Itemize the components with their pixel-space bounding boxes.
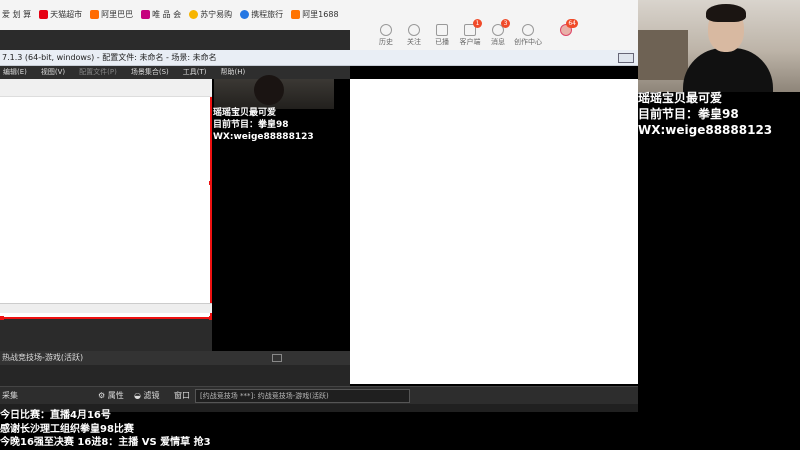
- overlay-line-2: 目前节目：拳皇98: [638, 107, 739, 121]
- gift-badge: 64: [566, 19, 578, 28]
- capture-label: 采集: [2, 391, 18, 400]
- nav-label: 历史: [379, 38, 393, 46]
- bookmark-ctrip[interactable]: 携程旅行: [240, 9, 283, 20]
- obs-lower-panel: [0, 365, 350, 387]
- bookmark-vip[interactable]: 唯 品 会: [141, 9, 181, 20]
- client-button[interactable]: 客户端 1: [456, 19, 484, 50]
- bookmark-label: 唯 品 会: [152, 9, 182, 19]
- scene-label: 热战竞技场-游戏(活跃): [2, 353, 84, 362]
- overlay-line-1: 瑶瑶宝贝最可爱: [213, 108, 277, 118]
- bookmark-label: 阿里巴巴: [101, 9, 134, 19]
- obs-title-bar: 7.1.3 (64-bit, windows) - 配置文件: 未命名 - 场景…: [0, 50, 638, 66]
- menu-scene-collection[interactable]: 场景集合(S): [131, 66, 169, 79]
- menu-edit[interactable]: 编辑(E): [3, 66, 27, 79]
- messages-button[interactable]: 消息 3: [484, 19, 512, 50]
- overlay-line-2: 目前节目：拳皇98: [213, 120, 289, 130]
- gear-icon: ⚙: [98, 391, 106, 400]
- nav-label: 创作中心: [514, 38, 542, 46]
- messages-badge: 3: [501, 19, 510, 28]
- nav-label: 消息: [491, 38, 505, 46]
- tmall-icon: [39, 9, 49, 19]
- bookmark-alibaba[interactable]: 阿里巴巴: [90, 9, 133, 20]
- bookmark-label: 携程旅行: [251, 9, 284, 19]
- preview-canvas[interactable]: [0, 79, 212, 319]
- obs-menu-bar: 编辑(E) 视图(V) 配置文件(P) 场景集合(S) 工具(T) 帮助(H): [0, 66, 350, 79]
- menu-view[interactable]: 视图(V): [41, 66, 65, 79]
- chevron-down-icon[interactable]: [272, 354, 282, 362]
- bookmark-tmall[interactable]: 天猫超市: [39, 9, 82, 20]
- heart-icon: [408, 24, 420, 36]
- menu-profile[interactable]: 配置文件(P): [79, 66, 117, 79]
- gift-button[interactable]: 64: [552, 19, 580, 50]
- streamer-body: [683, 48, 773, 92]
- window-control-button[interactable]: [618, 53, 634, 63]
- filters-label: 滤镜: [143, 391, 160, 400]
- bookmark-label: 爱 划 算: [2, 9, 32, 19]
- source-toolbar: 采集 ⚙ 属性 ◒ 滤镜 窗口 [约战竞技场 ***]: 约战竞技场-游戏(活跃…: [0, 386, 638, 404]
- preview-header: [0, 79, 212, 97]
- client-badge: 1: [473, 19, 482, 28]
- bookmark-label: 天猫超市: [50, 9, 83, 19]
- filter-icon: ◒: [134, 391, 141, 400]
- menu-tools[interactable]: 工具(T): [183, 66, 207, 79]
- overlay-text-small: 瑶瑶宝贝最可爱 目前节目：拳皇98 WX:weige88888123: [213, 107, 314, 143]
- filters-button[interactable]: ◒ 滤镜: [134, 387, 160, 405]
- creator-center-button[interactable]: 创作中心: [512, 22, 544, 50]
- video-icon: [436, 24, 448, 36]
- bookmark-aihuasuan[interactable]: 爱 划 算: [2, 9, 31, 20]
- window-label: 窗口: [174, 391, 190, 400]
- history-button[interactable]: 历史: [372, 22, 400, 50]
- ctrip-icon: [240, 9, 250, 19]
- webcam-thumbnail: [214, 75, 334, 109]
- overlay-line-3: WX:weige88888123: [213, 132, 314, 142]
- preview-scrollbar[interactable]: [0, 303, 212, 313]
- follow-button[interactable]: 关注: [400, 22, 428, 50]
- suning-icon: [189, 9, 199, 19]
- browser-content-area: [350, 79, 638, 384]
- match-info-overlay: 今日比赛：直播4月16号 感谢长沙理工组织拳皇98比赛 今晚16强至决赛 16进…: [0, 409, 211, 450]
- bookmark-label: 阿里1688: [302, 9, 339, 19]
- site-nav-icons: 历史 关注 已播 客户端 1 消息 3 创作中心 64: [372, 19, 638, 50]
- clock-icon: [380, 24, 392, 36]
- vip-icon: [141, 9, 151, 19]
- overlay-line-3: WX:weige88888123: [638, 123, 773, 137]
- location-icon: [522, 24, 534, 36]
- scene-selector[interactable]: 热战竞技场-游戏(活跃): [0, 351, 350, 365]
- match-line-1: 今日比赛：直播4月16号: [0, 410, 111, 421]
- bookmark-1688[interactable]: 阿里1688: [291, 9, 339, 20]
- 1688-icon: [291, 9, 301, 19]
- properties-button[interactable]: ⚙ 属性: [98, 387, 124, 405]
- overlay-line-1: 瑶瑶宝贝最可爱: [638, 91, 723, 105]
- nav-label: 关注: [407, 38, 421, 46]
- match-line-2: 感谢长沙理工组织拳皇98比赛: [0, 423, 134, 435]
- menu-help[interactable]: 帮助(H): [221, 66, 246, 79]
- properties-label: 属性: [107, 391, 124, 400]
- alibaba-icon: [90, 9, 100, 19]
- bookmark-label: 苏宁易购: [200, 9, 233, 19]
- streamer-hair: [706, 4, 746, 22]
- background-shelf: [638, 30, 688, 80]
- resize-handle[interactable]: [0, 316, 4, 320]
- nav-label: 已播: [435, 38, 449, 46]
- streamer-webcam: [638, 0, 800, 92]
- overlay-text-large: 瑶瑶宝贝最可爱 目前节目：拳皇98 WX:weige88888123: [638, 90, 772, 138]
- webcam-person-head: [254, 75, 284, 105]
- bookmark-suning[interactable]: 苏宁易购: [189, 9, 232, 20]
- played-button[interactable]: 已播: [428, 22, 456, 50]
- window-select[interactable]: [约战竞技场 ***]: 约战竞技场-游戏(活跃): [195, 389, 410, 403]
- nav-label: 客户端: [459, 38, 481, 46]
- bookmarks-bar: 爱 划 算 天猫超市 阿里巴巴 唯 品 会 苏宁易购 携程旅行 阿里1688: [0, 0, 360, 28]
- match-line-3: 今晚16强至决赛 16进8：主播 VS 爱情草 抢3: [0, 437, 211, 448]
